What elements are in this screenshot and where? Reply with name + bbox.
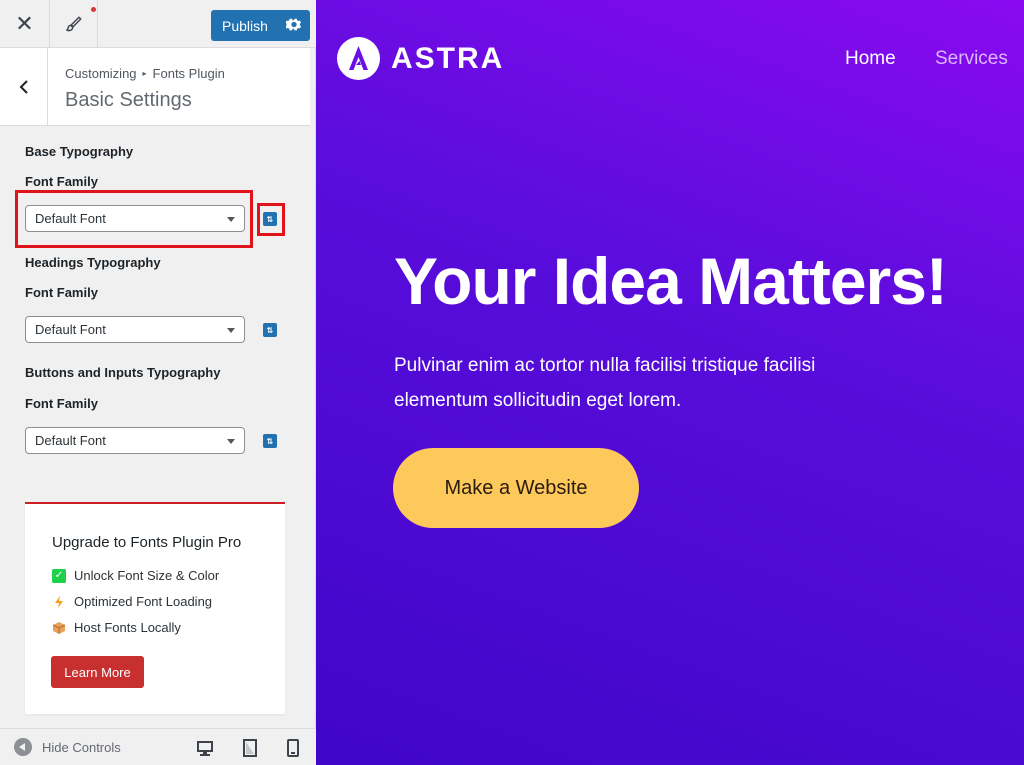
- site-logo[interactable]: ASTRA: [337, 37, 504, 80]
- hide-controls-label: Hide Controls: [42, 739, 121, 755]
- feature-item: Optimized Font Loading: [52, 594, 212, 609]
- chevron-down-icon: [227, 328, 235, 333]
- mobile-icon: [287, 739, 299, 757]
- buttons-font-family-value: Default Font: [35, 433, 106, 448]
- brush-icon: [65, 16, 81, 32]
- close-icon: ✕: [15, 11, 34, 36]
- hero-text: Pulvinar enim ac tortor nulla facilisi t…: [394, 355, 816, 411]
- desktop-icon: [197, 741, 213, 756]
- feature-label: Optimized Font Loading: [74, 594, 213, 609]
- section-title: Basic Settings: [65, 89, 192, 111]
- chevron-left-icon: [19, 80, 28, 94]
- chevron-down-icon: [227, 439, 235, 444]
- customizer-topbar: ✕ Publish: [0, 0, 316, 48]
- nav-services[interactable]: Services: [935, 48, 1008, 70]
- make-website-button[interactable]: Make a Website: [393, 448, 639, 528]
- headings-typography-title: Headings Typography: [25, 255, 161, 270]
- buttons-font-family-label: Font Family: [25, 396, 98, 411]
- buttons-font-family-select[interactable]: Default Font: [25, 427, 245, 454]
- logo-text: ASTRA: [391, 41, 505, 75]
- highlight-box-icon: [257, 203, 285, 236]
- feature-label: Host Fonts Locally: [74, 620, 181, 635]
- base-font-family-label: Font Family: [25, 174, 98, 189]
- feature-item: Host Fonts Locally: [52, 620, 181, 635]
- collapse-icon: [14, 738, 32, 756]
- hero-title: Your Idea Matters!: [394, 244, 948, 318]
- base-typography-title: Base Typography: [25, 144, 134, 159]
- breadcrumb-child: Fonts Plugin: [152, 66, 225, 81]
- mobile-preview-button[interactable]: [282, 737, 304, 759]
- headings-font-family-label: Font Family: [25, 285, 98, 300]
- upgrade-title: Upgrade to Fonts Plugin Pro: [52, 534, 242, 551]
- desktop-preview-button[interactable]: [194, 737, 216, 759]
- customizer-sidebar: ✕ Publish Customizing ▸ Fonts Plugin Bas…: [0, 0, 316, 765]
- upgrade-card: Upgrade to Fonts Plugin Pro ✓ Unlock Fon…: [25, 502, 285, 714]
- headings-font-family-select[interactable]: Default Font: [25, 316, 245, 343]
- buttons-typography-title: Buttons and Inputs Typography: [25, 365, 221, 380]
- nav-home[interactable]: Home: [845, 48, 896, 70]
- breadcrumb-separator-icon: ▸: [142, 69, 147, 78]
- check-icon: ✓: [52, 568, 66, 583]
- breadcrumb: Customizing ▸ Fonts Plugin: [65, 66, 225, 81]
- publish-button[interactable]: Publish: [211, 10, 310, 41]
- headings-font-family-value: Default Font: [35, 322, 106, 337]
- back-button[interactable]: [0, 48, 48, 126]
- tablet-icon: [243, 739, 257, 757]
- gear-icon[interactable]: [286, 17, 302, 33]
- buttons-font-toggle-icon[interactable]: ⇅: [263, 434, 277, 448]
- section-header: Customizing ▸ Fonts Plugin Basic Setting…: [0, 48, 310, 126]
- learn-more-button[interactable]: Learn More: [51, 656, 144, 688]
- highlight-box-select: [15, 190, 253, 248]
- lightning-icon: [55, 595, 63, 608]
- close-customizer-button[interactable]: ✕: [0, 0, 50, 48]
- hide-controls-button[interactable]: Hide Controls: [14, 738, 121, 756]
- astra-logo-icon: [337, 37, 380, 80]
- box-icon: [52, 621, 66, 634]
- feature-label: Unlock Font Size & Color: [74, 568, 220, 583]
- breadcrumb-root: Customizing: [65, 66, 137, 81]
- tablet-preview-button[interactable]: [239, 737, 261, 759]
- notification-dot: [91, 7, 96, 12]
- publish-label: Publish: [222, 17, 268, 34]
- headings-font-toggle-icon[interactable]: ⇅: [263, 323, 277, 337]
- site-preview: ASTRA Home Services Your Idea Matters! P…: [316, 0, 1024, 765]
- feature-item: ✓ Unlock Font Size & Color: [52, 568, 219, 583]
- customizer-footer: Hide Controls: [0, 728, 316, 765]
